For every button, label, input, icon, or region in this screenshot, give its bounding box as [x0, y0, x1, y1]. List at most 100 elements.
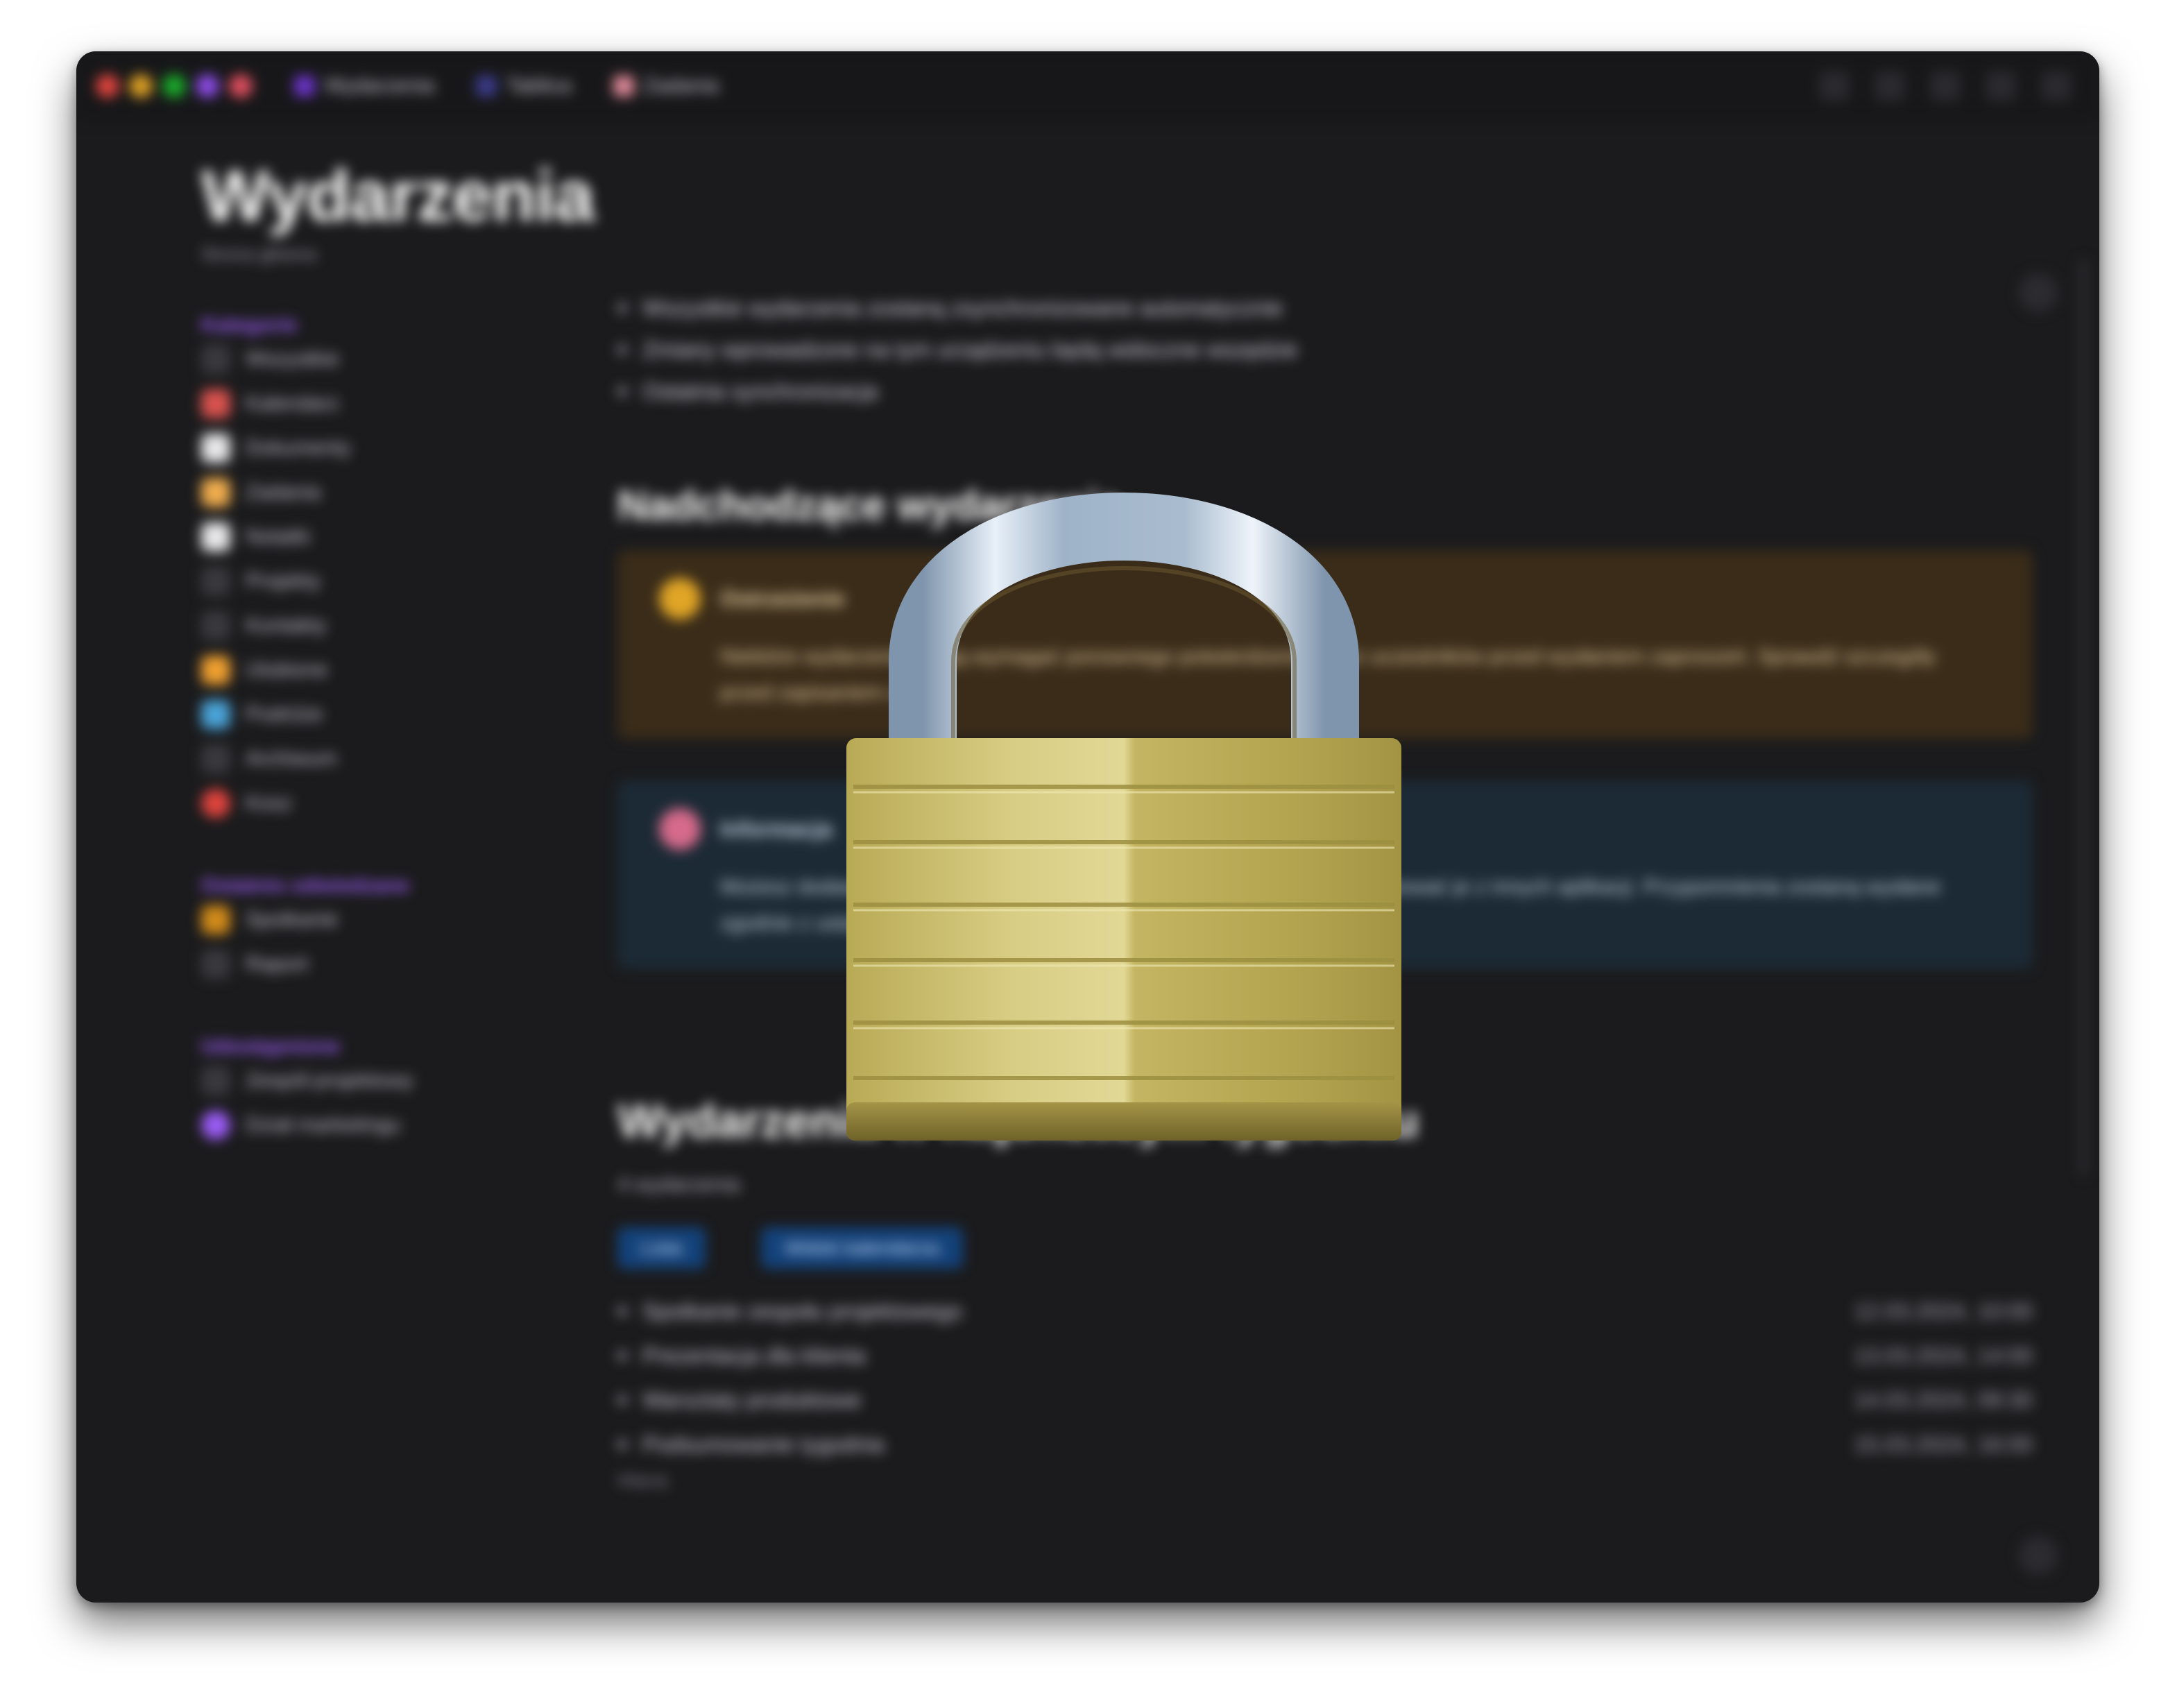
sidebar-item-kosz[interactable]: Kosz	[201, 781, 590, 826]
sidebar-item-archiwum[interactable]: Archiwum	[201, 737, 590, 781]
sidebar-item-kalendarz[interactable]: Kalendarz	[201, 382, 590, 426]
sidebar-item-label: Kosz	[246, 792, 292, 814]
sidebar-item-label: Projekty	[246, 570, 321, 592]
globe-icon	[201, 700, 230, 729]
sidebar-heading-kategorie: Kategorie	[201, 314, 298, 336]
zoom-window-button[interactable]	[162, 74, 186, 98]
sidebar-item-dokumenty[interactable]: Dokumenty	[201, 426, 590, 470]
color-dot	[229, 74, 253, 98]
app-window: Wydarzenia Tablica Zadania Wydarzenia St…	[76, 51, 2099, 1603]
report-icon	[201, 950, 230, 979]
sidebar-item-label: Zespół projektowy	[246, 1069, 413, 1092]
sidebar-item-label: Spotkanie	[246, 908, 339, 931]
more-link[interactable]: Więcej	[617, 1467, 2033, 1495]
bullet-icon	[617, 386, 627, 396]
toolbar-actions	[1819, 71, 2072, 101]
more-label: Więcej	[617, 1471, 668, 1490]
sidebar-item-kontakty[interactable]: Kontakty	[201, 604, 590, 648]
info-line: Ostatnia synchronizacja	[617, 370, 2033, 412]
tab-wydarzenia[interactable]: Wydarzenia	[294, 74, 434, 98]
info-text: Zmiany wprowadzone na tym urządzeniu będ…	[642, 336, 1298, 362]
event-row[interactable]: Podsumowanie tygodnia 15.03.2024, 16:00	[617, 1423, 2033, 1466]
board-icon	[476, 76, 497, 96]
sidebar-item-label: Archiwum	[246, 747, 337, 770]
event-icon	[201, 905, 230, 934]
sidebar-item-label: Dokumenty	[246, 436, 351, 459]
bullet-icon	[617, 1306, 627, 1316]
sidebar-item-spotkanie[interactable]: Spotkanie	[201, 898, 590, 942]
tab-zadania[interactable]: Zadania	[613, 74, 719, 98]
color-dot	[196, 74, 219, 98]
info-line: Zmiany wprowadzone na tym urządzeniu będ…	[617, 329, 2033, 370]
event-date: 13.03.2024, 14:00	[1853, 1342, 2033, 1368]
search-icon[interactable]	[1819, 71, 1850, 101]
calendar-icon	[294, 76, 315, 96]
bullet-icon	[617, 1395, 627, 1405]
trash-icon	[201, 789, 230, 818]
sidebar-item-label: Podróże	[246, 703, 323, 726]
bullet-icon	[617, 303, 627, 313]
list-view-button[interactable]: Lista	[617, 1227, 706, 1269]
tab-label: Tablica	[506, 74, 572, 97]
brand-subtitle: Strona główna	[201, 244, 317, 264]
event-name: Spotkanie zespołu projektowego	[642, 1298, 962, 1324]
info-text: Wszystkie wydarzenia zostaną zsynchroniz…	[642, 295, 1283, 321]
sidebar-item-zadania[interactable]: Zadania	[201, 470, 590, 515]
sidebar-item-label: Dział marketingu	[246, 1113, 401, 1136]
event-row[interactable]: Warsztaty produktowe 14.03.2024, 09:30	[617, 1378, 2033, 1421]
bell-icon[interactable]	[1930, 71, 1961, 101]
sidebar-item-wszystkie[interactable]: Wszystkie	[201, 337, 590, 382]
minimize-window-button[interactable]	[129, 74, 153, 98]
app-brand: Wydarzenia	[201, 156, 595, 237]
event-name-cell: Podsumowanie tygodnia	[617, 1432, 885, 1458]
star-icon	[201, 656, 230, 685]
sidebar-heading-udostepnione: Udostępnione	[201, 1035, 340, 1058]
tab-label: Wydarzenia	[325, 74, 435, 97]
sidebar-item-label: Kontakty	[246, 614, 327, 637]
title-bar: Wydarzenia Tablica Zadania	[76, 51, 2099, 121]
info-text: Ostatnia synchronizacja	[642, 378, 878, 404]
share-icon[interactable]	[1875, 71, 1905, 101]
sidebar-item-podroze[interactable]: Podróże	[201, 692, 590, 737]
lock-overlay	[805, 426, 1443, 1245]
bullet-icon	[617, 345, 627, 355]
contacts-icon	[201, 611, 230, 640]
sidebar-item-zespol[interactable]: Zespół projektowy	[201, 1059, 590, 1103]
sidebar: Wydarzenia Strona główna Kategorie Wszys…	[201, 155, 595, 1147]
sidebar-item-projekty[interactable]: Projekty	[201, 559, 590, 604]
group-icon	[201, 1111, 230, 1140]
settings-icon[interactable]	[1986, 71, 2016, 101]
sidebar-item-label: Ulubione	[246, 658, 328, 681]
document-icon	[201, 434, 230, 463]
sidebar-item-raport[interactable]: Raport	[201, 942, 590, 987]
user-icon[interactable]	[2041, 71, 2072, 101]
scrollbar[interactable]	[2080, 259, 2087, 1175]
category-icon	[201, 345, 230, 374]
scroll-up-button[interactable]	[2019, 273, 2058, 312]
window-controls	[96, 74, 253, 98]
tab-tablica[interactable]: Tablica	[476, 74, 572, 98]
event-date: 14.03.2024, 09:30	[1853, 1387, 2033, 1412]
event-name: Prezentacja dla klienta	[642, 1342, 866, 1368]
tasks-icon	[201, 478, 230, 507]
scroll-down-button[interactable]	[2019, 1536, 2058, 1575]
sidebar-item-label: Kalendarz	[246, 392, 340, 415]
info-line: Wszystkie wydarzenia zostaną zsynchroniz…	[617, 287, 2033, 329]
bullet-icon	[617, 1351, 627, 1360]
sidebar-item-ulubione[interactable]: Ulubione	[201, 648, 590, 692]
event-row[interactable]: Spotkanie zespołu projektowego 12.03.202…	[617, 1290, 2033, 1333]
event-name-cell: Spotkanie zespołu projektowego	[617, 1299, 962, 1324]
event-date: 15.03.2024, 16:00	[1853, 1431, 2033, 1457]
close-window-button[interactable]	[96, 74, 119, 98]
sidebar-item-notatki[interactable]: Notatki	[201, 515, 590, 559]
sidebar-item-label: Zadania	[246, 481, 321, 504]
warning-icon	[659, 578, 701, 620]
event-row[interactable]: Prezentacja dla klienta 13.03.2024, 14:0…	[617, 1334, 2033, 1377]
group-icon	[201, 1066, 230, 1095]
event-date: 12.03.2024, 10:00	[1853, 1298, 2033, 1324]
padlock-icon	[846, 493, 1401, 1141]
sidebar-item-label: Notatki	[246, 525, 311, 548]
archive-icon	[201, 744, 230, 774]
sidebar-item-marketing[interactable]: Dział marketingu	[201, 1103, 590, 1147]
tasks-icon	[613, 76, 634, 96]
